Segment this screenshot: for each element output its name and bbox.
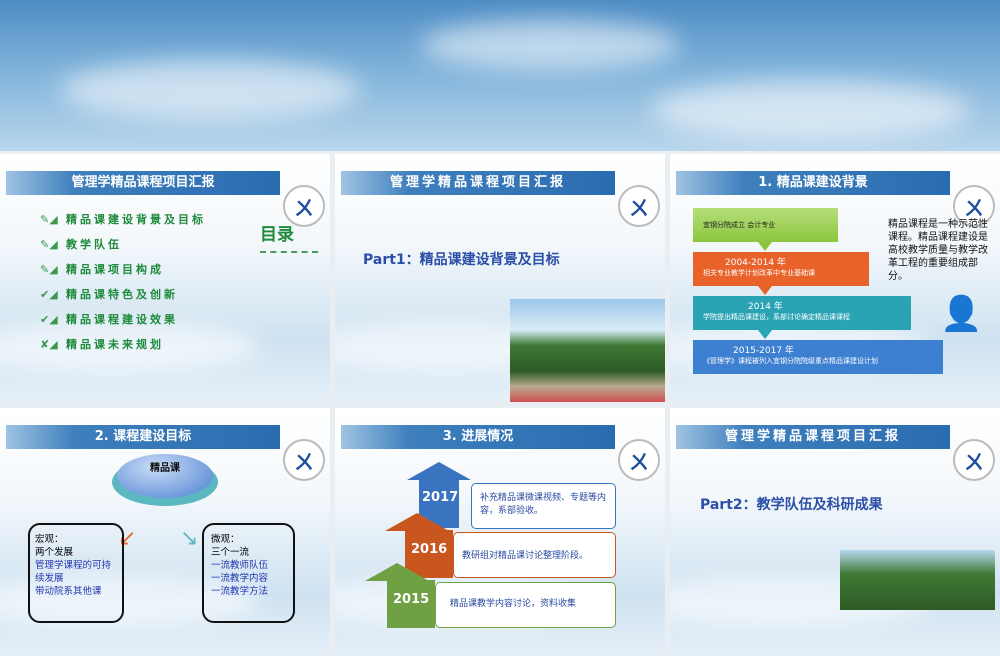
- stage-text: 精品课教学内容讨论，资料收集: [435, 582, 616, 628]
- stage-text: 教研组对精品课讨论整理阶段。: [453, 532, 616, 578]
- arrow-right-icon: ↘: [180, 526, 199, 551]
- slide-title: 管理学精品课程项目汇报: [341, 171, 615, 195]
- school-logo: ㄨ: [618, 439, 660, 481]
- timeline-step: 2015-2017 年《管理学》课程被列入宜钢分院院级重点精品课建设计划: [693, 340, 943, 374]
- micro-box: 微观： 三个一流 一流教师队伍 一流教学内容 一流教学方法: [202, 523, 295, 623]
- slide-thumbnail-3[interactable]: 1. 精品课建设背景 ㄨ 宜钢分院成立 会计专业 2004-2014 年相关专业…: [670, 154, 1000, 402]
- slide-thumbnail-6[interactable]: 管理学精品课程项目汇报 ㄨ Part2：教学队伍及科研成果: [670, 408, 1000, 656]
- slide-thumbnail-1[interactable]: 管理学精品课程项目汇报 ㄨ ✎◢ 精品课建设背景及目标 ✎◢ 教学队伍 ✎◢ 精品课项…: [0, 154, 330, 402]
- check-icon: ✔◢: [40, 288, 58, 301]
- part-heading: Part2：教学队伍及科研成果: [700, 497, 883, 513]
- toc-item[interactable]: 精品课特色及创新: [66, 288, 178, 301]
- slide-title: 管理学精品课程项目汇报: [676, 425, 950, 449]
- pencil-icon: ✎◢: [40, 238, 58, 251]
- school-logo: ㄨ: [953, 439, 995, 481]
- center-node: 精品课: [117, 454, 213, 498]
- toc-item[interactable]: 教学队伍: [66, 238, 122, 251]
- stage-text: 补充精品课微课视频、专题等内容，系部验收。: [471, 483, 616, 529]
- part-heading: Part1：精品课建设背景及目标: [363, 252, 560, 268]
- toc-item[interactable]: 精品课未来规划: [66, 338, 164, 351]
- campus-photo: [510, 299, 665, 402]
- school-logo: ㄨ: [283, 439, 325, 481]
- slide-title: 2. 课程建设目标: [6, 425, 280, 449]
- toc-heading: 目录: [260, 220, 318, 253]
- slide-thumbnail-2[interactable]: 管理学精品课程项目汇报 ㄨ Part1：精品课建设背景及目标: [335, 154, 665, 402]
- timeline-step: 宜钢分院成立 会计专业: [693, 208, 838, 242]
- people-icon: 👤: [940, 294, 983, 334]
- pencil-icon: ✎◢: [40, 213, 58, 226]
- macro-box: 宏观： 两个发展 管理学课程的可持续发展 带动院系其他课: [28, 523, 124, 623]
- slide-thumbnail-5[interactable]: 3. 进展情况 ㄨ 2017 补充精品课微课视频、专题等内容，系部验收。 201…: [335, 408, 665, 656]
- pencil-icon: ✎◢: [40, 263, 58, 276]
- note-text: 精品课程是一种示范性课程。精品课程建设是高校教学质量与教学改革工程的重要组成部分…: [888, 219, 988, 282]
- check-icon: ✔◢: [40, 313, 58, 326]
- desktop-background: [0, 0, 1000, 151]
- slide-title: 管理学精品课程项目汇报: [6, 171, 280, 195]
- slide-title: 1. 精品课建设背景: [676, 171, 950, 195]
- slide-title: 3. 进展情况: [341, 425, 615, 449]
- timeline-step: 2014 年学院提出精品课建设，系部讨论确定精品课课程: [693, 296, 911, 330]
- slide-thumbnail-4[interactable]: 2. 课程建设目标 ㄨ 精品课 ↙ ↘ 宏观： 两个发展 管理学课程的可持续发展带…: [0, 408, 330, 656]
- toc-item[interactable]: 精品课程建设效果: [66, 313, 178, 326]
- timeline-step: 2004-2014 年相关专业教学计划改革中专业基础课: [693, 252, 869, 286]
- stage-year: 2015: [387, 580, 435, 628]
- toc-item[interactable]: 精品课项目构成: [66, 263, 164, 276]
- campus-photo: [840, 550, 995, 610]
- school-logo: ㄨ: [618, 185, 660, 227]
- cross-icon: ✘◢: [40, 338, 58, 351]
- toc-item[interactable]: 精品课建设背景及目标: [66, 213, 206, 226]
